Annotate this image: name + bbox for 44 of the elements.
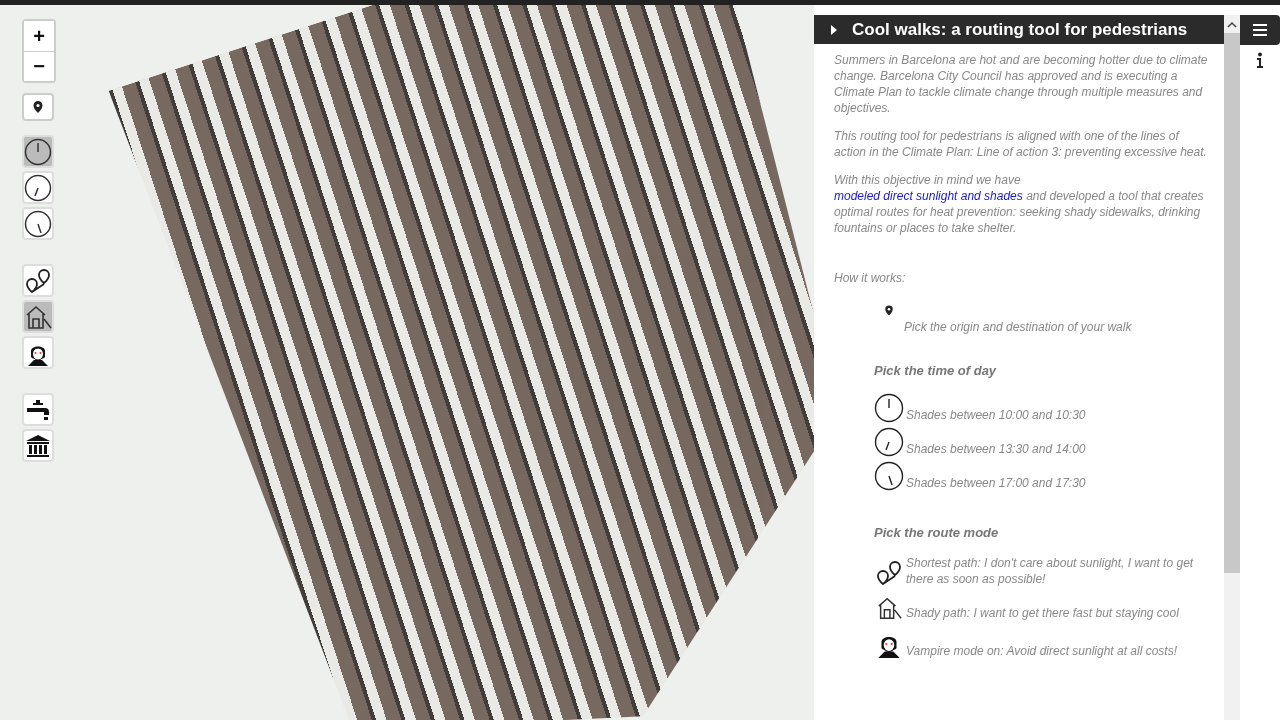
clock-button[interactable]	[22, 135, 54, 168]
vampire-mode-button[interactable]	[22, 336, 54, 369]
clock-icon	[24, 209, 52, 238]
clock-icon	[24, 173, 52, 202]
section-heading: Pick the route mode	[874, 525, 1000, 541]
option-text: Shady path: I want to get there fast but staying cool	[906, 605, 1179, 621]
location-pin-button[interactable]	[22, 93, 54, 121]
paragraph: This routing tool for pedestrians is aligned with one of the lines of action in the Climate Plan: Line of action 3: preventing excessive heat.	[834, 128, 1208, 160]
clock-icon	[874, 393, 904, 423]
section-label: How it works:	[834, 270, 907, 286]
clock-icon	[874, 427, 904, 457]
option-text: Vampire mode on: Avoid direct sunlight at all costs!	[906, 643, 1178, 659]
paragraph: Summers in Barcelona are hot and are becoming hotter due to climate change. Barcelona City Council has approved and is executing a Climate Plan to tackle climate change through multiple measures and objectives.	[834, 52, 1209, 116]
map-placeholder[interactable]	[0, 5, 814, 720]
zoom-out-button[interactable]: −	[24, 51, 54, 81]
clock-button[interactable]	[22, 207, 54, 240]
route-pins-icon	[24, 266, 52, 295]
section-heading: Pick the time of day	[874, 363, 998, 379]
clock-icon	[24, 137, 52, 166]
paragraph: With this objective in mind we have modeled direct sunlight and shades and developed a tool that creates optimal routes for heat prevention: seeking shady sidewalks, drinking fountains or places to take shelter.	[834, 172, 1205, 236]
menu-icon	[1252, 23, 1268, 37]
tap-button[interactable]	[22, 393, 54, 426]
option-text: Shortest path: I don't care about sunlight, I want to get there as soon as possible!	[906, 555, 1195, 587]
panel-header[interactable]: Cool walks: a routing tool for pedestrians	[814, 15, 1224, 44]
text-link[interactable]: modeled direct sunlight and shades	[834, 189, 1023, 203]
step-text: Pick the origin and destination of your walk	[904, 319, 1133, 335]
building-columns-icon	[25, 432, 51, 459]
scroll-up-icon[interactable]	[1227, 21, 1237, 29]
location-pin-icon	[32, 100, 44, 114]
shady-mode-button[interactable]	[22, 300, 54, 333]
option-text: Shades between 13:30 and 14:00	[906, 441, 1086, 457]
panel-title: Cool walks: a routing tool for pedestrians	[852, 19, 1188, 40]
clock-button[interactable]	[22, 171, 54, 204]
option-text: Shades between 10:00 and 10:30	[906, 407, 1086, 423]
menu-tab[interactable]	[1240, 15, 1280, 45]
route-pins-icon	[874, 559, 904, 587]
expand-caret-icon[interactable]	[830, 23, 838, 36]
location-pin-icon	[884, 304, 894, 317]
scrollbar[interactable]	[1224, 15, 1240, 720]
shortest-mode-button[interactable]	[22, 264, 54, 297]
info-icon	[1256, 52, 1264, 68]
option-text: Shades between 17:00 and 17:30	[906, 475, 1086, 491]
clock-icon	[874, 461, 904, 491]
building-columns-button[interactable]	[22, 429, 54, 462]
